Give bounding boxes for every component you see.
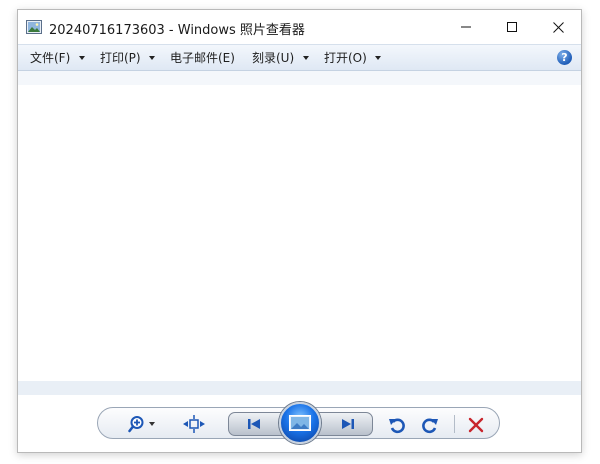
image-viewer-area[interactable] — [18, 85, 581, 381]
delete-icon — [468, 417, 484, 433]
help-icon[interactable]: ? — [557, 50, 572, 65]
minimize-icon — [461, 26, 471, 28]
menu-open-dropdown-icon[interactable] — [375, 56, 381, 60]
photo-viewer-icon — [26, 20, 42, 34]
delete-button[interactable] — [466, 415, 486, 435]
menu-file[interactable]: 文件(F) — [30, 45, 70, 71]
rotate-counterclockwise-button[interactable] — [387, 415, 407, 435]
previous-icon — [248, 419, 260, 429]
rotate-counterclockwise-icon — [389, 418, 405, 434]
menu-burn-dropdown-icon[interactable] — [303, 56, 309, 60]
rotate-clockwise-button[interactable] — [420, 415, 440, 435]
menu-open[interactable]: 打开(O) — [324, 45, 367, 71]
slideshow-icon — [289, 415, 311, 431]
zoom-button[interactable] — [126, 415, 160, 433]
fit-to-window-button[interactable] — [182, 415, 206, 433]
viewer-bottom-strip — [18, 381, 581, 395]
previous-button[interactable] — [236, 414, 272, 434]
menu-print-dropdown-icon[interactable] — [149, 56, 155, 60]
window-title: 20240716173603 - Windows 照片查看器 — [49, 23, 305, 38]
next-button[interactable] — [330, 414, 366, 434]
photo-viewer-window: 20240716173603 - Windows 照片查看器 文件(F) 打印(… — [17, 9, 582, 453]
fit-to-window-icon — [183, 415, 205, 433]
viewer-top-strip — [18, 71, 581, 85]
control-bar — [18, 395, 581, 452]
menu-file-dropdown-icon[interactable] — [79, 56, 85, 60]
close-icon — [552, 21, 564, 33]
slideshow-button[interactable] — [279, 402, 321, 444]
menu-burn[interactable]: 刻录(U) — [252, 45, 294, 71]
menu-bar: 文件(F) 打印(P) 电子邮件(E) 刻录(U) 打开(O) ? — [18, 44, 581, 71]
menu-email[interactable]: 电子邮件(E) — [170, 45, 235, 71]
zoom-icon — [128, 416, 155, 433]
toolbar-separator — [454, 415, 455, 433]
rotate-clockwise-icon — [422, 418, 438, 434]
maximize-icon — [507, 22, 517, 32]
maximize-button[interactable] — [489, 10, 535, 44]
close-button[interactable] — [535, 10, 581, 44]
minimize-button[interactable] — [443, 10, 489, 44]
next-icon — [342, 419, 354, 429]
title-bar[interactable]: 20240716173603 - Windows 照片查看器 — [18, 10, 581, 44]
menu-print[interactable]: 打印(P) — [100, 45, 141, 71]
